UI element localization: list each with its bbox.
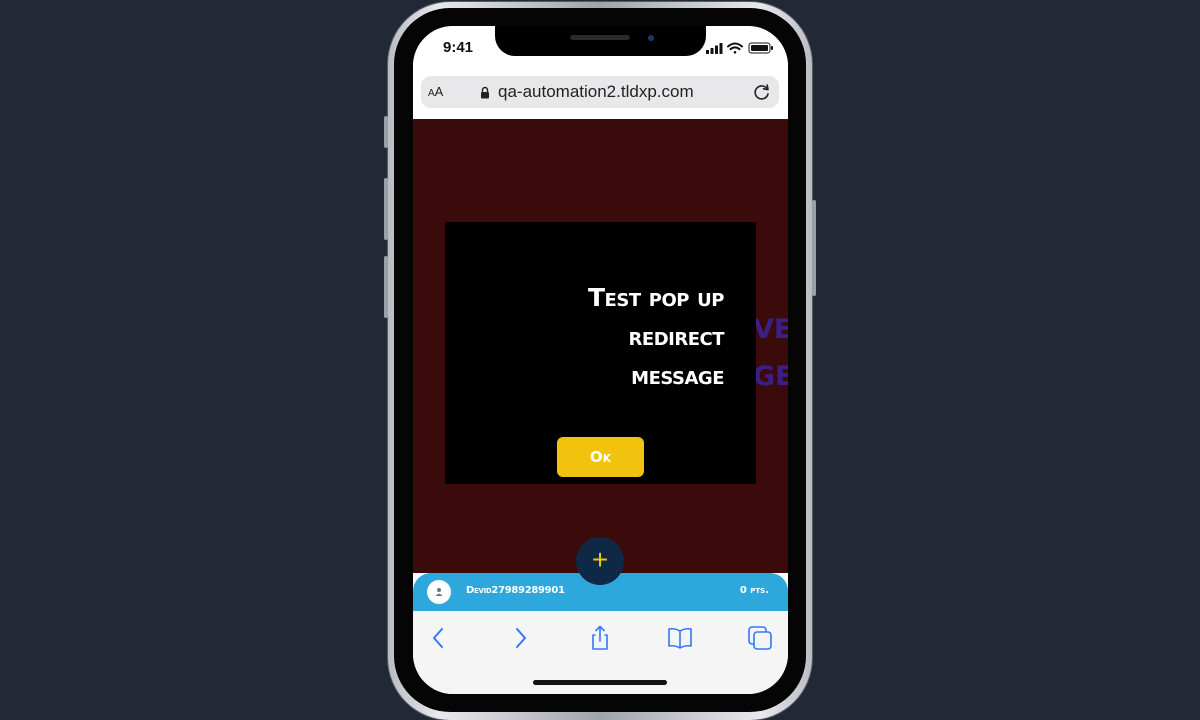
phone-screen: 9:41 AA qa-automation2.tldxp.com VE GE T… [413,26,788,694]
speaker [570,35,630,40]
avatar[interactable] [427,580,451,604]
home-indicator [533,680,667,685]
power-button [812,200,816,296]
add-button[interactable]: + [576,537,624,585]
background-text-line-1: VE [753,314,788,345]
tabs-icon[interactable] [747,625,773,651]
popup-modal: Test pop up redirect message Ok [445,222,756,484]
text-size-large: A [434,84,444,99]
address-bar[interactable]: AA qa-automation2.tldxp.com [421,76,779,108]
background-text-line-2: GE [753,361,788,392]
points-count: 0 pts. [739,585,769,596]
modal-title-line: Test pop up [588,283,725,312]
wifi-icon [727,42,743,54]
battery-icon [748,42,773,54]
ok-button[interactable]: Ok [557,437,644,477]
volume-up-button [384,178,388,240]
lock-icon [481,86,489,99]
status-bar: 9:41 [413,26,788,70]
notch [495,26,706,56]
share-icon[interactable] [587,625,613,651]
mute-switch [384,116,388,148]
signal-icon [706,43,723,54]
modal-title: Test pop up redirect message [484,278,725,395]
reload-icon[interactable] [751,81,773,103]
status-time: 9:41 [443,39,474,56]
bookmarks-icon[interactable] [667,625,693,651]
web-content: VE GE Test pop up redirect message Ok [413,119,788,573]
forward-icon[interactable] [507,625,533,651]
modal-title-line: message [631,361,724,390]
text-size-button[interactable]: AA [428,84,443,99]
volume-down-button [384,256,388,318]
text-size-small: A [428,88,435,99]
user-icon [435,588,443,596]
front-camera [648,35,654,41]
modal-title-line: redirect [628,322,725,351]
back-icon[interactable] [426,625,452,651]
status-icons [706,41,774,55]
phone-mockup: 9:41 AA qa-automation2.tldxp.com VE GE T… [384,0,816,720]
username: Devid27989289901 [466,585,565,596]
url-text[interactable]: qa-automation2.tldxp.com [498,82,694,102]
